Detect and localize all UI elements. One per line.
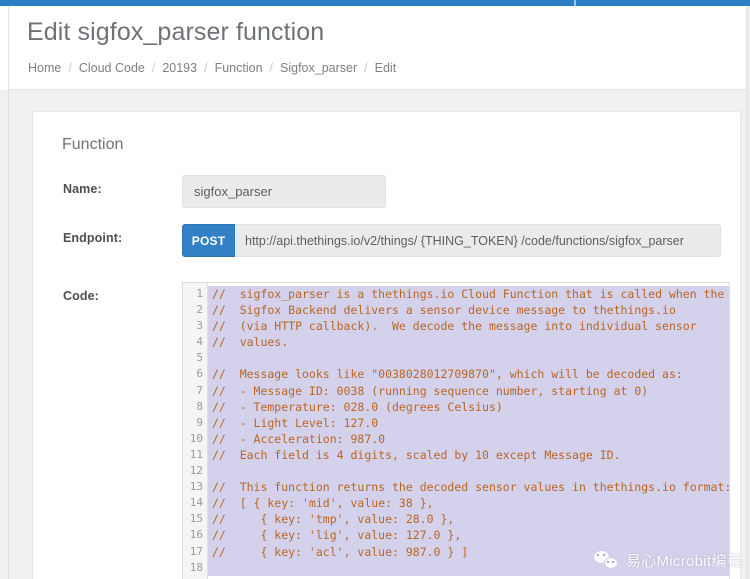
code-line[interactable] <box>208 559 729 576</box>
sidebar-rail-lower <box>0 90 9 579</box>
code-line[interactable]: // - Message ID: 0038 (running sequence … <box>208 382 729 399</box>
breadcrumb-item-function[interactable]: Function <box>215 61 263 75</box>
code-text-area[interactable]: // sigfox_parser is a thethings.io Cloud… <box>208 283 729 579</box>
line-number: 14 <box>189 496 203 510</box>
line-number-gutter: 1 2 3 4 5 6 7 8 9 10 11 12 13 14 15 16 17 18 <box>183 283 208 579</box>
line-number: 1 <box>196 287 203 300</box>
breadcrumb-item-home[interactable]: Home <box>28 61 61 75</box>
line-number: 8 <box>196 399 203 413</box>
content-area: Function Name: Endpoint: POST http://api… <box>10 90 750 579</box>
name-label: Name: <box>63 182 102 196</box>
endpoint-input-group: POST http://api.thethings.io/v2/things/ … <box>182 224 721 257</box>
code-line[interactable]: // Message looks like "0038028012709870"… <box>208 366 729 383</box>
line-number: 15 <box>189 512 203 526</box>
endpoint-url-field[interactable]: http://api.thethings.io/v2/things/ {THIN… <box>235 224 721 257</box>
code-line[interactable]: // Each field is 4 digits, scaled by 10 … <box>208 446 729 464</box>
code-line[interactable]: // This function returns the decoded sen… <box>208 479 729 496</box>
breadcrumb-item-cloud-code[interactable]: Cloud Code <box>79 61 145 75</box>
panel-heading: Function <box>62 136 124 153</box>
code-line[interactable]: // - Temperature: 028.0 (degrees Celsius… <box>208 398 729 415</box>
line-number: 17 <box>189 544 203 558</box>
code-line[interactable]: // (via HTTP callback). We decode the me… <box>208 318 729 335</box>
code-editor[interactable]: 1 2 3 4 5 6 7 8 9 10 11 12 13 14 15 16 17 18 // sigfox_pa… <box>182 282 730 579</box>
code-line[interactable] <box>208 463 729 480</box>
code-line[interactable]: // values. <box>208 334 729 351</box>
line-number: 4 <box>196 335 203 349</box>
code-line[interactable]: // [ { key: 'mid', value: 38 }, <box>208 495 729 512</box>
breadcrumb-item-20193[interactable]: 20193 <box>162 61 197 75</box>
code-line[interactable]: // - Light Level: 127.0 <box>208 414 729 431</box>
code-line[interactable]: // sigfox_parser is a thethings.io Cloud… <box>208 286 729 303</box>
line-number: 16 <box>189 528 203 542</box>
breadcrumb: Home / Cloud Code / 20193 / Function / S… <box>28 61 396 75</box>
line-number: 10 <box>189 431 203 445</box>
code-line[interactable]: // - Acceleration: 987.0 <box>208 430 729 447</box>
line-number: 2 <box>196 303 203 317</box>
breadcrumb-separator: / <box>204 61 208 75</box>
code-line[interactable]: // Sigfox Backend delivers a sensor devi… <box>208 302 729 319</box>
code-line[interactable] <box>208 350 729 367</box>
line-number: 9 <box>196 415 203 429</box>
window-right-edge <box>746 6 750 579</box>
line-number: 11 <box>189 447 203 461</box>
breadcrumb-item-edit: Edit <box>374 61 397 75</box>
code-line[interactable]: // { key: 'tmp', value: 28.0 }, <box>208 511 729 528</box>
endpoint-label: Endpoint: <box>63 231 123 245</box>
breadcrumb-item-sigfox-parser[interactable]: Sigfox_parser <box>280 61 357 75</box>
code-label: Code: <box>63 289 99 303</box>
code-line[interactable]: // { key: 'acl', value: 987.0 } ] <box>208 543 729 560</box>
breadcrumb-separator: / <box>68 61 72 75</box>
line-number: 6 <box>196 367 203 381</box>
page-title: Edit sigfox_parser function <box>27 18 325 46</box>
breadcrumb-separator: / <box>364 61 368 75</box>
page-header: Edit sigfox_parser function Home / Cloud… <box>9 6 750 90</box>
name-input[interactable] <box>182 175 386 208</box>
function-panel: Function Name: Endpoint: POST http://api… <box>32 111 741 579</box>
line-number: 3 <box>196 319 203 333</box>
line-number: 5 <box>196 351 203 365</box>
line-number: 12 <box>189 464 203 478</box>
line-number: 13 <box>189 480 203 494</box>
code-line[interactable]: // { key: 'lig', value: 127.0 }, <box>208 527 729 544</box>
form-row-name: Name: <box>33 175 742 223</box>
breadcrumb-separator: / <box>151 61 156 75</box>
line-number: 18 <box>189 560 203 574</box>
form-row-endpoint: Endpoint: POST http://api.thethings.io/v… <box>33 224 742 276</box>
breadcrumb-separator: / <box>269 61 274 75</box>
line-number: 7 <box>196 383 203 397</box>
http-method-button[interactable]: POST <box>182 224 235 257</box>
